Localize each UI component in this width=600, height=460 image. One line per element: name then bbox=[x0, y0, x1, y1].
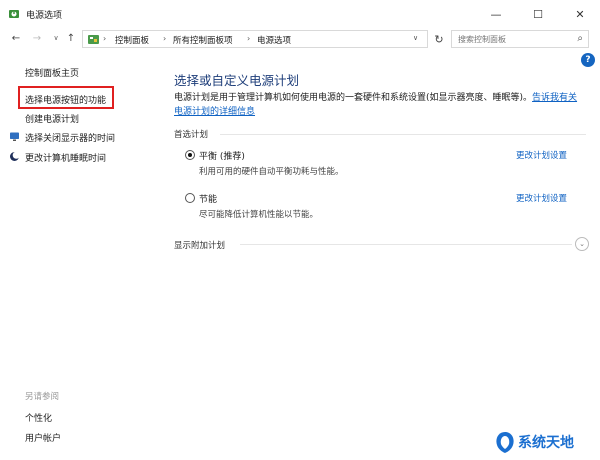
breadcrumb-separator: › bbox=[247, 34, 251, 43]
section-divider bbox=[220, 134, 586, 135]
power-saver-change-settings-link[interactable]: 更改计划设置 bbox=[516, 192, 567, 204]
maximize-button[interactable]: ☐ bbox=[518, 0, 558, 28]
sidebar-user-accounts[interactable]: 用户帐户 bbox=[25, 431, 61, 444]
sidebar-control-panel-home[interactable]: 控制面板主页 bbox=[25, 66, 79, 79]
watermark: 系统天地 bbox=[494, 428, 596, 456]
sidebar-choose-power-buttons[interactable]: 选择电源按钮的功能 bbox=[25, 93, 106, 106]
display-icon bbox=[10, 132, 19, 141]
breadcrumb-separator: › bbox=[163, 34, 167, 43]
description-text: 电源计划是用于管理计算机如何使用电源的一套硬件和系统设置(如显示器亮度、睡眠等)… bbox=[174, 93, 533, 103]
search-box[interactable]: ⌕ bbox=[451, 30, 589, 48]
power-saver-plan-description: 尽可能降低计算机性能以节能。 bbox=[199, 210, 319, 220]
expand-chevron-icon[interactable]: ⌄ bbox=[575, 237, 589, 251]
watermark-logo-icon bbox=[496, 432, 514, 453]
breadcrumb-control-panel[interactable]: 控制面板 bbox=[115, 34, 149, 46]
up-button[interactable]: ↑ bbox=[64, 31, 78, 45]
balanced-plan-description: 利用可用的硬件自动平衡功耗与性能。 bbox=[199, 167, 344, 177]
sidebar-personalization[interactable]: 个性化 bbox=[25, 411, 52, 424]
address-bar[interactable]: › 控制面板 › 所有控制面板项 › 电源选项 ∨ bbox=[82, 30, 428, 48]
page-description: 电源计划是用于管理计算机如何使用电源的一套硬件和系统设置(如显示器亮度、睡眠等)… bbox=[174, 91, 586, 119]
control-panel-icon bbox=[88, 35, 99, 44]
preferred-plans-label: 首选计划 bbox=[174, 130, 209, 140]
balanced-plan-radio[interactable] bbox=[185, 150, 195, 160]
balanced-plan-name[interactable]: 平衡 (推荐) bbox=[199, 149, 245, 162]
window-title: 电源选项 bbox=[26, 11, 63, 21]
recent-locations-dropdown[interactable]: ∨ bbox=[49, 31, 63, 45]
power-saver-plan-name[interactable]: 节能 bbox=[199, 192, 217, 205]
forward-button[interactable]: → bbox=[30, 31, 44, 45]
help-icon[interactable]: ? bbox=[581, 53, 595, 67]
search-input[interactable] bbox=[458, 32, 570, 46]
section-divider bbox=[240, 244, 572, 245]
address-dropdown[interactable]: ∨ bbox=[413, 34, 418, 42]
sidebar-create-power-plan[interactable]: 创建电源计划 bbox=[25, 112, 79, 125]
show-additional-plans-label[interactable]: 显示附加计划 bbox=[174, 239, 225, 251]
see-also-label: 另请参阅 bbox=[25, 392, 60, 402]
sidebar-display-off-time[interactable]: 选择关闭显示器的时间 bbox=[25, 131, 115, 144]
balanced-change-settings-link[interactable]: 更改计划设置 bbox=[516, 149, 567, 161]
watermark-text: 系统天地 bbox=[518, 435, 574, 451]
sidebar-sleep-time[interactable]: 更改计算机睡眠时间 bbox=[25, 151, 106, 164]
moon-sleep-icon bbox=[10, 151, 20, 161]
search-icon[interactable]: ⌕ bbox=[577, 33, 583, 44]
refresh-button[interactable]: ↻ bbox=[432, 32, 446, 46]
back-button[interactable]: ← bbox=[9, 31, 23, 45]
title-bar: 电源选项 — ☐ ✕ bbox=[0, 0, 600, 28]
breadcrumb-all-items[interactable]: 所有控制面板项 bbox=[173, 34, 233, 46]
breadcrumb-power-options[interactable]: 电源选项 bbox=[257, 34, 291, 46]
close-button[interactable]: ✕ bbox=[560, 0, 600, 28]
power-saver-plan-radio[interactable] bbox=[185, 193, 195, 203]
page-title: 选择或自定义电源计划 bbox=[174, 73, 300, 88]
breadcrumb-separator: › bbox=[103, 34, 107, 43]
power-options-icon bbox=[9, 10, 19, 18]
minimize-button[interactable]: — bbox=[476, 0, 516, 28]
